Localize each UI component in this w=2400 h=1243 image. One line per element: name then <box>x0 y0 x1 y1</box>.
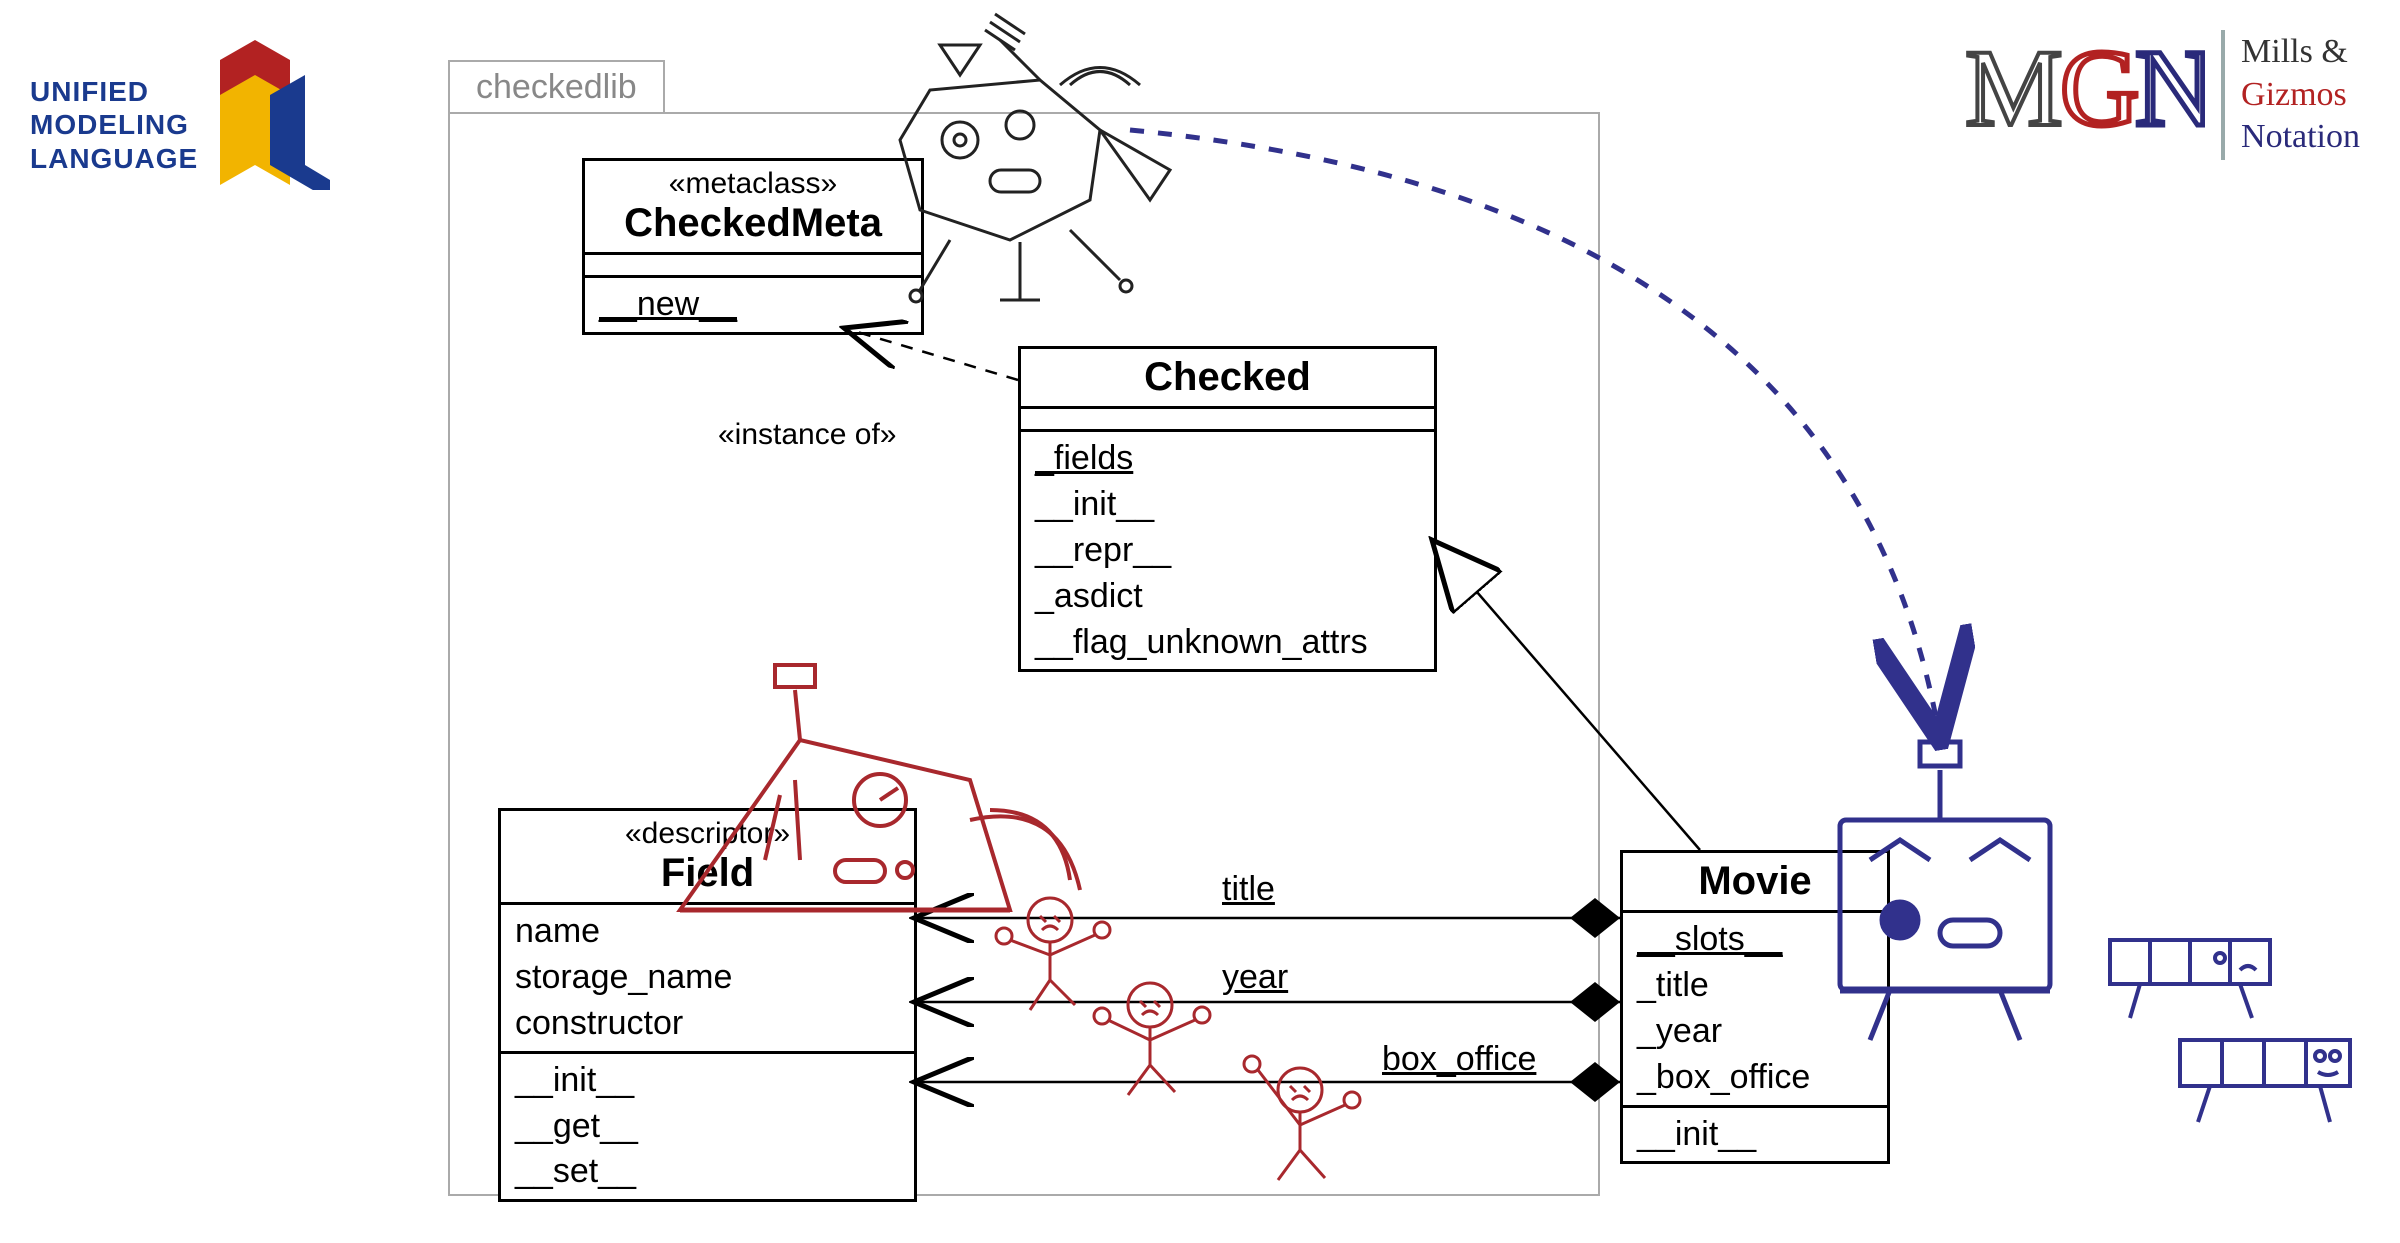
op-init-m: __init__ <box>1637 1112 1873 1158</box>
svg-text:N: N <box>2135 30 2205 149</box>
class-name-movie: Movie <box>1637 859 1873 904</box>
doodle-instance2-icon <box>2180 1040 2350 1122</box>
svg-text:G: G <box>2060 30 2139 149</box>
op-set: __set__ <box>515 1149 900 1195</box>
class-name-checkedmeta: CheckedMeta <box>599 201 907 246</box>
uml-logo-line1: UNIFIED <box>30 75 198 109</box>
class-name-field: Field <box>515 851 900 896</box>
op-new: __new__ <box>599 285 737 323</box>
uml-logo-line2: MODELING <box>30 108 198 142</box>
mgn-logo: M G N Mills & Gizmos Notation <box>1965 30 2360 160</box>
attr-title: _title <box>1637 963 1873 1009</box>
diagram-root: UNIFIED MODELING LANGUAGE M G N Mills & … <box>0 0 2400 1243</box>
class-checked: Checked _fields __init__ __repr__ _asdic… <box>1018 346 1437 672</box>
attr-constructor: constructor <box>515 1001 900 1047</box>
mgn-logo-line3: Notation <box>2241 116 2360 159</box>
assoc-label-year: year <box>1222 958 1288 997</box>
package-name: checkedlib <box>476 68 637 106</box>
attr-name: name <box>515 909 900 955</box>
mgn-logo-icon: M G N <box>1965 30 2205 160</box>
stereo-metaclass: «metaclass» <box>599 167 907 201</box>
class-movie: Movie __slots__ _title _year _box_office… <box>1620 850 1890 1164</box>
attr-repr: __repr__ <box>1035 528 1420 574</box>
uml-logo-text: UNIFIED MODELING LANGUAGE <box>30 75 198 176</box>
class-checkedmeta: «metaclass» CheckedMeta __new__ <box>582 158 924 335</box>
attr-asdict: _asdict <box>1035 574 1420 620</box>
op-get: __get__ <box>515 1104 900 1150</box>
assoc-label-boxoffice: box_office <box>1382 1040 1536 1079</box>
rel-instance-of: «instance of» <box>718 418 896 452</box>
attr-boxoffice: _box_office <box>1637 1055 1873 1101</box>
class-name-checked: Checked <box>1035 355 1420 400</box>
attr-year: _year <box>1637 1009 1873 1055</box>
stereo-descriptor: «descriptor» <box>515 817 900 851</box>
attr-storage: storage_name <box>515 955 900 1001</box>
op-init-f: __init__ <box>515 1058 900 1104</box>
attr-fields: _fields <box>1035 439 1133 477</box>
attr-slots: __slots__ <box>1637 920 1783 958</box>
uml-logo-icon <box>210 40 340 190</box>
mgn-logo-line1: Mills & <box>2241 31 2360 74</box>
attr-flag: __flag_unknown_attrs <box>1035 620 1420 666</box>
mgn-logo-text: Mills & Gizmos Notation <box>2241 31 2360 159</box>
uml-logo: UNIFIED MODELING LANGUAGE <box>30 40 340 190</box>
uml-logo-line3: LANGUAGE <box>30 142 198 176</box>
attr-init-c: __init__ <box>1035 482 1420 528</box>
class-field: «descriptor» Field name storage_name con… <box>498 808 917 1202</box>
svg-text:M: M <box>1965 30 2063 149</box>
assoc-label-title: title <box>1222 870 1275 909</box>
package-tab: checkedlib <box>448 60 665 113</box>
doodle-instance1-icon <box>2110 940 2270 1018</box>
mgn-logo-line2: Gizmos <box>2241 74 2360 117</box>
